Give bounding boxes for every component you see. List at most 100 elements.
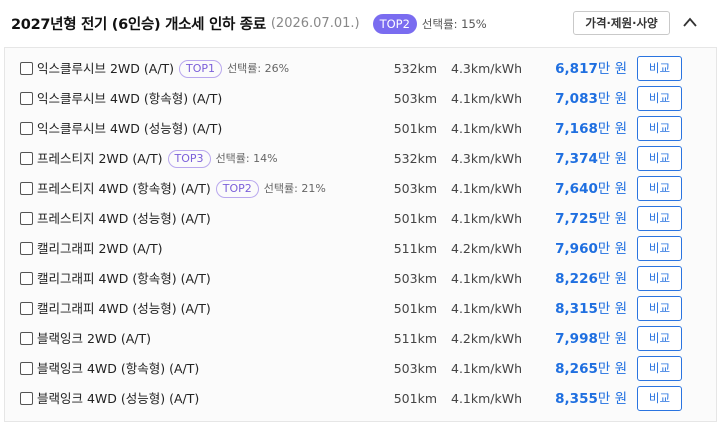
price-spec-options-button[interactable]: 가격·제원·사양 <box>573 11 670 35</box>
price-unit: 만 원 <box>597 61 627 77</box>
trim-name-cell[interactable]: 캘리그래피 2WD (A/T) <box>37 234 163 264</box>
trim-name: 익스클루시브 2WD (A/T) <box>37 61 175 76</box>
price-unit: 만 원 <box>597 211 627 227</box>
price-value: 7,960 <box>555 241 598 257</box>
driving-range: 501km <box>393 211 437 226</box>
price-unit: 만 원 <box>597 181 627 197</box>
selection-rate: 선택률: 26% <box>227 62 290 75</box>
trim-name-cell[interactable]: 익스클루시브 2WD (A/T) TOP1 선택률: 26% <box>37 54 289 84</box>
checkbox-icon[interactable] <box>20 272 33 285</box>
checkbox-icon[interactable] <box>20 182 33 195</box>
driving-range: 511km <box>393 241 437 256</box>
compare-button[interactable]: 비교 <box>637 386 682 411</box>
driving-range: 501km <box>393 121 437 136</box>
trim-name: 캘리그래피 2WD (A/T) <box>37 241 163 256</box>
trim-name-cell[interactable]: 프레스티지 4WD (항속형) (A/T) TOP2 선택률: 21% <box>37 174 326 204</box>
compare-button[interactable]: 비교 <box>637 356 682 381</box>
trim-name-cell[interactable]: 프레스티지 4WD (성능형) (A/T) <box>37 204 211 234</box>
checkbox-icon[interactable] <box>20 392 33 405</box>
compare-button[interactable]: 비교 <box>637 206 682 231</box>
trim-price: 8,315만 원 <box>525 294 627 324</box>
compare-button[interactable]: 비교 <box>637 296 682 321</box>
compare-button[interactable]: 비교 <box>637 116 682 141</box>
trim-name: 익스클루시브 4WD (항속형) (A/T) <box>37 91 223 106</box>
trim-group-title: 2027년형 전기 (6인승) 개소세 인하 종료 <box>11 17 266 33</box>
trim-row: 프레스티지 4WD (항속형) (A/T) TOP2 선택률: 21% 503km 4.… <box>5 174 716 204</box>
trim-name-cell[interactable]: 캘리그래피 4WD (항속형) (A/T) <box>37 264 211 294</box>
trim-name-cell[interactable]: 캘리그래피 4WD (성능형) (A/T) <box>37 294 211 324</box>
trim-name-cell[interactable]: 블랙잉크 2WD (A/T) <box>37 324 151 354</box>
compare-button[interactable]: 비교 <box>637 176 682 201</box>
energy-efficiency: 4.1km/kWh <box>451 181 523 196</box>
checkbox-icon[interactable] <box>20 242 33 255</box>
energy-efficiency: 4.1km/kWh <box>451 271 523 286</box>
top-rank-badge: TOP1 <box>179 60 223 78</box>
energy-efficiency: 4.1km/kWh <box>451 91 523 106</box>
trim-row: 캘리그래피 4WD (항속형) (A/T) 503km 4.1km/kWh 8,226… <box>5 264 716 294</box>
trim-price: 7,640만 원 <box>525 174 627 204</box>
trim-name-cell[interactable]: 익스클루시브 4WD (성능형) (A/T) <box>37 114 222 144</box>
price-value: 7,168 <box>555 121 598 137</box>
price-unit: 만 원 <box>597 241 627 257</box>
trim-name: 블랙잉크 2WD (A/T) <box>37 331 152 346</box>
energy-efficiency: 4.2km/kWh <box>451 241 523 256</box>
checkbox-icon[interactable] <box>20 212 33 225</box>
compare-button[interactable]: 비교 <box>637 236 682 261</box>
trim-name-cell[interactable]: 익스클루시브 4WD (항속형) (A/T) <box>37 84 222 114</box>
trim-row: 익스클루시브 4WD (항속형) (A/T) 503km 4.1km/kWh 7,08… <box>5 84 716 114</box>
compare-button[interactable]: 비교 <box>637 326 682 351</box>
trim-row: 프레스티지 2WD (A/T) TOP3 선택률: 14% 532km 4.3km/kW… <box>5 144 716 174</box>
trim-row: 캘리그래피 4WD (성능형) (A/T) 501km 4.1km/kWh 8,315… <box>5 294 716 324</box>
driving-range: 501km <box>393 301 437 316</box>
price-value: 7,640 <box>555 181 598 197</box>
price-unit: 만 원 <box>597 361 627 377</box>
energy-efficiency: 4.3km/kWh <box>451 151 523 166</box>
trim-list: 익스클루시브 2WD (A/T) TOP1 선택률: 26% 532km 4.3km/k… <box>4 47 717 422</box>
checkbox-icon[interactable] <box>20 62 33 75</box>
price-value: 7,083 <box>555 91 598 107</box>
checkbox-icon[interactable] <box>20 332 33 345</box>
compare-button[interactable]: 비교 <box>637 56 682 81</box>
trim-row: 익스클루시브 2WD (A/T) TOP1 선택률: 26% 532km 4.3km/k… <box>5 54 716 84</box>
driving-range: 501km <box>393 391 437 406</box>
checkbox-icon[interactable] <box>20 302 33 315</box>
trim-name: 프레스티지 4WD (항속형) (A/T) <box>37 181 211 196</box>
trim-name: 프레스티지 4WD (성능형) (A/T) <box>37 211 211 226</box>
checkbox-icon[interactable] <box>20 92 33 105</box>
energy-efficiency: 4.1km/kWh <box>451 391 523 406</box>
price-unit: 만 원 <box>597 271 627 287</box>
trim-row: 프레스티지 4WD (성능형) (A/T) 501km 4.1km/kWh 7,725… <box>5 204 716 234</box>
top-rank-badge: TOP2 <box>372 13 417 34</box>
trim-name: 캘리그래피 4WD (항속형) (A/T) <box>37 271 211 286</box>
driving-range: 503km <box>393 361 437 376</box>
compare-button[interactable]: 비교 <box>637 86 682 111</box>
price-value: 7,998 <box>555 331 598 347</box>
energy-efficiency: 4.1km/kWh <box>451 211 523 226</box>
trim-name-cell[interactable]: 블랙잉크 4WD (항속형) (A/T) <box>37 354 199 384</box>
trim-name: 캘리그래피 4WD (성능형) (A/T) <box>37 301 211 316</box>
trim-price: 8,226만 원 <box>525 264 627 294</box>
price-unit: 만 원 <box>597 121 627 137</box>
price-value: 7,374 <box>555 151 598 167</box>
trim-name: 블랙잉크 4WD (항속형) (A/T) <box>37 361 200 376</box>
trim-price: 7,998만 원 <box>525 324 627 354</box>
price-value: 8,265 <box>555 361 598 377</box>
price-unit: 만 원 <box>597 151 627 167</box>
trim-price: 7,083만 원 <box>525 84 627 114</box>
trim-price: 7,168만 원 <box>525 114 627 144</box>
trim-name-cell[interactable]: 블랙잉크 4WD (성능형) (A/T) <box>37 384 199 414</box>
trim-price: 7,374만 원 <box>525 144 627 174</box>
driving-range: 532km <box>393 151 437 166</box>
checkbox-icon[interactable] <box>20 152 33 165</box>
checkbox-icon[interactable] <box>20 362 33 375</box>
trim-row: 블랙잉크 4WD (항속형) (A/T) 503km 4.1km/kWh 8,265만… <box>5 354 716 384</box>
compare-button[interactable]: 비교 <box>637 146 682 171</box>
energy-efficiency: 4.3km/kWh <box>451 61 523 76</box>
trim-name-cell[interactable]: 프레스티지 2WD (A/T) TOP3 선택률: 14% <box>37 144 278 174</box>
price-value: 8,355 <box>555 391 598 407</box>
checkbox-icon[interactable] <box>20 122 33 135</box>
chevron-up-icon[interactable] <box>682 16 698 28</box>
compare-button[interactable]: 비교 <box>637 266 682 291</box>
trim-row: 블랙잉크 4WD (성능형) (A/T) 501km 4.1km/kWh 8,355만… <box>5 384 716 414</box>
trim-name: 익스클루시브 4WD (성능형) (A/T) <box>37 121 223 136</box>
